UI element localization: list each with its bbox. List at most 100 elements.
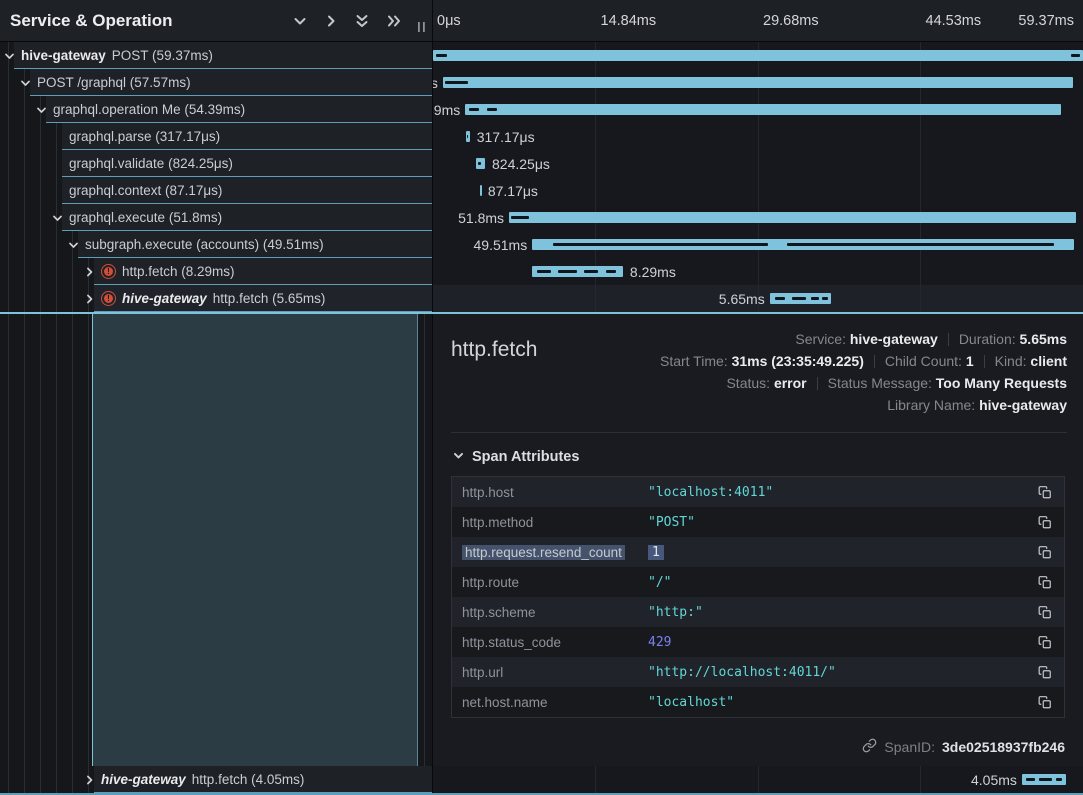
- span-duration-bar[interactable]: [480, 185, 482, 196]
- span-name-cell[interactable]: graphql.validate (824.25μs): [0, 150, 433, 177]
- copy-icon[interactable]: [1036, 543, 1054, 562]
- attribute-key[interactable]: net.host.name: [452, 695, 648, 710]
- attribute-key[interactable]: http.url: [452, 665, 648, 680]
- span-row[interactable]: graphql.operation Me (54.39ms) 54.39ms: [0, 96, 1083, 123]
- span-label: POST (59.37ms): [112, 48, 213, 63]
- attribute-value[interactable]: "localhost": [648, 695, 1036, 710]
- attribute-key[interactable]: http.host: [452, 485, 648, 500]
- attribute-value[interactable]: "http:": [648, 605, 1036, 620]
- collapse-one-icon[interactable]: [293, 14, 307, 28]
- span-timeline-cell[interactable]: 87.17μs: [433, 177, 1083, 204]
- attribute-row[interactable]: http.url "http://localhost:4011/": [452, 657, 1064, 687]
- span-row[interactable]: subgraph.execute (accounts) (49.51ms) 49…: [0, 231, 1083, 258]
- span-timeline-cell[interactable]: 59.37ms: [433, 42, 1083, 69]
- bar-self-time-dash: [487, 108, 497, 111]
- expand-all-icon[interactable]: [386, 14, 402, 28]
- span-duration-bar[interactable]: [509, 212, 1076, 223]
- span-row[interactable]: hive-gateway http.fetch (4.05ms) 4.05ms: [0, 766, 1083, 793]
- copy-icon[interactable]: [1036, 603, 1054, 622]
- tree-chevron-icon[interactable]: [84, 293, 95, 304]
- attribute-row[interactable]: http.route "/": [452, 567, 1064, 597]
- span-name-content: hive-gateway POST (59.37ms): [14, 42, 432, 69]
- span-row[interactable]: graphql.parse (317.17μs) 317.17μs: [0, 123, 1083, 150]
- attribute-value[interactable]: "http://localhost:4011/": [648, 665, 1036, 680]
- span-name-cell[interactable]: graphql.execute (51.8ms): [0, 204, 433, 231]
- link-icon[interactable]: [862, 738, 877, 756]
- copy-icon[interactable]: [1036, 513, 1054, 532]
- attribute-key[interactable]: http.request.resend_count: [452, 545, 648, 560]
- span-name-cell[interactable]: graphql.parse (317.17μs): [0, 123, 433, 150]
- attribute-row[interactable]: http.host "localhost:4011": [452, 477, 1064, 507]
- span-timeline-cell[interactable]: 49.51ms: [433, 231, 1083, 258]
- collapse-all-icon[interactable]: [355, 13, 369, 29]
- span-row[interactable]: graphql.validate (824.25μs) 824.25μs: [0, 150, 1083, 177]
- attribute-row[interactable]: net.host.name "localhost": [452, 687, 1064, 717]
- service-operation-header: Service & Operation: [0, 0, 433, 42]
- span-timeline-cell[interactable]: 317.17μs: [433, 123, 1083, 150]
- span-attributes-header[interactable]: Span Attributes: [453, 448, 1067, 466]
- timeline-tick-label: 59.37ms: [1018, 0, 1074, 42]
- span-timeline-cell[interactable]: 57.57ms: [433, 69, 1083, 96]
- span-duration-label: 54.39ms: [433, 96, 460, 123]
- attribute-key[interactable]: http.scheme: [452, 605, 648, 620]
- span-timeline-cell[interactable]: 54.39ms: [433, 96, 1083, 123]
- span-duration-bar[interactable]: [433, 50, 1082, 61]
- attribute-value[interactable]: "POST": [648, 515, 1036, 530]
- span-name-cell[interactable]: ! http.fetch (8.29ms): [0, 258, 433, 285]
- span-row[interactable]: ! http.fetch (8.29ms) 8.29ms: [0, 258, 1083, 285]
- span-duration-label: 4.05ms: [971, 766, 1017, 793]
- attribute-row[interactable]: http.method "POST": [452, 507, 1064, 537]
- span-timeline-cell[interactable]: 51.8ms: [433, 204, 1083, 231]
- column-resize-handle[interactable]: [417, 20, 427, 38]
- overview-label: Library Name:: [887, 397, 979, 413]
- span-service-name: hive-gateway: [21, 48, 106, 63]
- span-row[interactable]: graphql.context (87.17μs) 87.17μs: [0, 177, 1083, 204]
- bar-self-time-dash: [445, 81, 468, 84]
- span-duration-label: 317.17μs: [477, 123, 535, 150]
- attribute-key[interactable]: http.status_code: [452, 635, 648, 650]
- attribute-value[interactable]: 1: [648, 545, 1036, 560]
- tree-chevron-icon[interactable]: [84, 266, 95, 277]
- span-name-cell[interactable]: ! hive-gateway http.fetch (5.65ms): [0, 285, 433, 312]
- attribute-value[interactable]: "/": [648, 575, 1036, 590]
- span-name-cell[interactable]: graphql.operation Me (54.39ms): [0, 96, 433, 123]
- expand-one-icon[interactable]: [324, 14, 338, 28]
- tree-chevron-icon[interactable]: [20, 77, 31, 88]
- chevron-down-icon: [453, 448, 464, 466]
- span-name-cell[interactable]: POST /graphql (57.57ms): [0, 69, 433, 96]
- tree-chevron-icon[interactable]: [52, 212, 63, 223]
- overview-value: client: [1030, 353, 1067, 369]
- span-timeline-cell[interactable]: 4.05ms: [433, 766, 1083, 793]
- tree-chevron-icon[interactable]: [84, 774, 95, 785]
- span-timeline-cell[interactable]: 5.65ms: [433, 285, 1083, 312]
- copy-icon[interactable]: [1036, 663, 1054, 682]
- attribute-value[interactable]: "localhost:4011": [648, 485, 1036, 500]
- attribute-row[interactable]: http.scheme "http:": [452, 597, 1064, 627]
- attribute-key[interactable]: http.route: [452, 575, 648, 590]
- span-row[interactable]: graphql.execute (51.8ms) 51.8ms: [0, 204, 1083, 231]
- tree-chevron-icon[interactable]: [4, 50, 15, 61]
- span-row[interactable]: hive-gateway POST (59.37ms) 59.37ms: [0, 42, 1083, 69]
- span-duration-bar[interactable]: [465, 104, 1060, 115]
- span-duration-bar[interactable]: [443, 77, 1073, 88]
- span-timeline-cell[interactable]: 8.29ms: [433, 258, 1083, 285]
- attribute-value[interactable]: 429: [648, 635, 1036, 650]
- copy-icon[interactable]: [1036, 633, 1054, 652]
- copy-icon[interactable]: [1036, 693, 1054, 712]
- bar-self-time-dash: [1056, 778, 1063, 781]
- copy-icon[interactable]: [1036, 483, 1054, 502]
- span-name-cell[interactable]: subgraph.execute (accounts) (49.51ms): [0, 231, 433, 258]
- tree-chevron-icon[interactable]: [68, 239, 79, 250]
- span-label: http.fetch (5.65ms): [213, 291, 326, 306]
- span-row[interactable]: ! hive-gateway http.fetch (5.65ms) 5.65m…: [0, 285, 1083, 312]
- attribute-row[interactable]: http.status_code 429: [452, 627, 1064, 657]
- tree-chevron-icon[interactable]: [36, 104, 47, 115]
- attribute-row[interactable]: http.request.resend_count 1: [452, 537, 1064, 567]
- span-timeline-cell[interactable]: 824.25μs: [433, 150, 1083, 177]
- span-row[interactable]: POST /graphql (57.57ms) 57.57ms: [0, 69, 1083, 96]
- span-name-cell[interactable]: graphql.context (87.17μs): [0, 177, 433, 204]
- span-name-cell[interactable]: hive-gateway http.fetch (4.05ms): [0, 766, 433, 793]
- span-name-cell[interactable]: hive-gateway POST (59.37ms): [0, 42, 433, 69]
- attribute-key[interactable]: http.method: [452, 515, 648, 530]
- copy-icon[interactable]: [1036, 573, 1054, 592]
